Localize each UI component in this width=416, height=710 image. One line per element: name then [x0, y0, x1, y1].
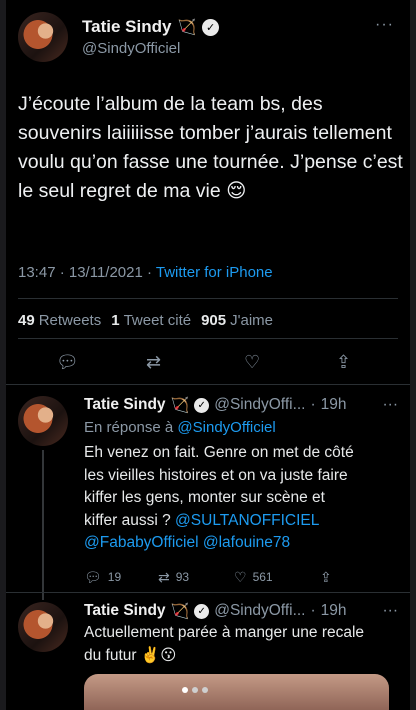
verified-icon: ✓ — [202, 18, 220, 36]
divider — [18, 298, 398, 299]
mention-link[interactable]: @lafouine78 — [203, 534, 290, 551]
bow-arrow-emoji: 🏹 — [170, 603, 190, 620]
tweet-timestamp[interactable]: 13:47 · 13/11/2021 · — [18, 264, 156, 281]
like-count: 561 — [252, 570, 273, 584]
author-handle[interactable]: @SindyOffi... — [214, 602, 305, 620]
more-options-button[interactable]: ··· — [375, 16, 394, 34]
carousel-dot — [192, 687, 198, 693]
reply-actions: 💬︎ 19 ⇄ 93 ♡ 561 ⇪ — [84, 569, 398, 589]
mention-link[interactable]: @SULTANOFFICIEL — [175, 512, 319, 529]
reply-tweet[interactable]: Tatie Sindy 🏹 ✓ @SindyOffi... · 19h ··· … — [18, 396, 399, 600]
retweets-count[interactable]: 49 — [18, 312, 35, 329]
avatar[interactable] — [18, 602, 68, 652]
share-icon[interactable]: ⇪ — [320, 569, 332, 586]
heart-icon[interactable]: ♡ — [244, 350, 260, 374]
author-handle[interactable]: @SindyOffi... — [214, 396, 305, 414]
carousel-dot — [202, 687, 208, 693]
likes-count[interactable]: 905 — [201, 312, 226, 329]
tweet-text: J’écoute l’album de la team bs, des souv… — [18, 93, 403, 202]
retweet-icon[interactable]: ⇄ — [146, 350, 161, 374]
divider — [6, 384, 410, 385]
author-name[interactable]: Tatie Sindy — [84, 396, 166, 414]
tweet-time[interactable]: 19h — [321, 602, 347, 620]
tweet-stats: 49 Retweets 1 Tweet cité 905 J'aime — [18, 312, 273, 329]
quotes-label[interactable]: Tweet cité — [124, 312, 192, 329]
carousel-dot — [182, 687, 188, 693]
author-block: Tatie Sindy 🏹 ✓ @SindyOfficiel — [82, 17, 220, 57]
reply-icon[interactable]: 💬︎ — [56, 350, 79, 374]
author-name[interactable]: Tatie Sindy — [84, 602, 166, 620]
share-icon[interactable]: ⇪ — [336, 350, 351, 374]
tweet-meta: 13:47 · 13/11/2021 · Twitter for iPhone — [18, 264, 273, 281]
carousel-indicator — [182, 687, 208, 693]
verified-icon: ✓ — [194, 603, 210, 619]
bow-arrow-emoji: 🏹 — [170, 397, 190, 414]
reply-to-mention[interactable]: @SindyOfficiel — [177, 419, 275, 436]
tweet-source-link[interactable]: Twitter for iPhone — [156, 264, 273, 281]
reply-count: 19 — [107, 570, 122, 584]
reply-text: Actuellement parée à manger une recale d… — [84, 624, 365, 664]
mention-link[interactable]: @FababyOfficiel — [84, 534, 199, 551]
retweet-count: 93 — [175, 570, 190, 584]
more-options-button[interactable]: ··· — [383, 396, 399, 414]
author-name[interactable]: Tatie Sindy — [82, 17, 171, 37]
reply-text: Eh venez on fait. Genre on met de côté l… — [84, 444, 354, 551]
thread-line — [42, 450, 44, 600]
quotes-count[interactable]: 1 — [111, 312, 119, 329]
media-preview[interactable] — [84, 674, 389, 710]
retweet-icon[interactable]: ⇄ — [158, 569, 170, 586]
reply-context: En réponse à @SindyOfficiel — [84, 419, 276, 436]
author-handle[interactable]: @SindyOfficiel — [82, 40, 219, 57]
tweet-header: Tatie Sindy 🏹 ✓ @SindyOfficiel ··· — [18, 12, 398, 62]
tweet-time[interactable]: 19h — [321, 396, 347, 414]
bow-arrow-emoji: 🏹 — [177, 19, 197, 36]
divider — [18, 338, 398, 339]
more-options-button[interactable]: ··· — [383, 602, 399, 620]
app-frame: Tatie Sindy 🏹 ✓ @SindyOfficiel ··· J’éco… — [0, 0, 416, 710]
avatar[interactable] — [18, 12, 68, 62]
retweets-label[interactable]: Retweets — [39, 312, 102, 329]
reply-icon[interactable]: 💬︎ — [84, 569, 102, 586]
likes-label[interactable]: J'aime — [230, 312, 273, 329]
verified-icon: ✓ — [194, 397, 210, 413]
avatar[interactable] — [18, 396, 68, 446]
heart-icon[interactable]: ♡ — [234, 569, 247, 586]
divider — [6, 592, 410, 593]
tweet-actions: 💬︎ ⇄ ♡ ⇪ — [6, 350, 410, 374]
